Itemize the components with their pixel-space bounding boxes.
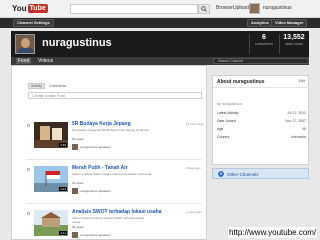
- video-views: 36 views: [72, 225, 84, 229]
- youtube-logo[interactable]: You Tube: [12, 3, 48, 14]
- feed-item: 3:36 5R Budaya Kerja Jepang Penjelasan m…: [12, 118, 208, 158]
- user-avatar[interactable]: [249, 3, 260, 14]
- feed-item-checkbox[interactable]: [27, 212, 30, 215]
- about-row-key: Country: [217, 135, 230, 139]
- plus-icon: +: [218, 171, 224, 177]
- feed-item: 4:11 Analisis SWOT terhadap lokasi usaha…: [12, 206, 208, 240]
- about-row-key: Latest Activity: [217, 111, 239, 115]
- feed-item-checkbox[interactable]: [27, 124, 30, 127]
- video-description: Video ini berisi tentang analisis SWOT t…: [72, 216, 145, 224]
- about-title: About nuragustinus: [217, 79, 265, 85]
- create-post-input[interactable]: Create a new Post: [28, 92, 202, 99]
- video-title-link[interactable]: Analisis SWOT terhadap lokasi usaha: [72, 209, 161, 215]
- channel-avatar[interactable]: [15, 34, 35, 54]
- uploader-line: nuragustinus uploaded: [72, 232, 110, 238]
- logo-you-text: You: [12, 4, 27, 13]
- view-label: video views: [284, 42, 304, 46]
- browse-link[interactable]: Browse: [216, 5, 233, 11]
- uploader-name[interactable]: nuragustinus uploaded: [80, 233, 110, 237]
- uploader-name[interactable]: nuragustinus uploaded: [80, 145, 110, 149]
- upload-link[interactable]: Upload: [233, 5, 249, 11]
- video-views: 50 views: [72, 137, 84, 141]
- video-duration: 3:36: [59, 143, 67, 147]
- video-thumbnail[interactable]: 3:36: [34, 122, 68, 148]
- upload-time: 1 week ago: [186, 210, 202, 214]
- subscriber-label: subscribers: [255, 42, 273, 46]
- upload-time: 3 days ago: [186, 166, 201, 170]
- about-row-value: 48: [302, 127, 306, 131]
- filter-comments-link[interactable]: Comments: [49, 84, 66, 88]
- about-row-value: Jul 11, 2012: [287, 111, 306, 115]
- uploader-line: nuragustinus uploaded: [72, 188, 110, 194]
- video-duration: 2:21: [59, 187, 67, 191]
- about-row-key: Age: [217, 127, 224, 131]
- search-icon: [201, 6, 207, 12]
- other-channels-button[interactable]: + Other Channels: [212, 168, 309, 179]
- feed-item: 2:21 Merah Putih - Tanah Air Video ini d…: [12, 162, 208, 202]
- user-menu[interactable]: nuragustinus: [263, 5, 292, 11]
- about-row: Date Joined Nov 27, 2007: [217, 119, 306, 125]
- feed-panel: Activity Comments Create a new Post 3:36…: [11, 65, 207, 240]
- feed-divider: [26, 203, 202, 204]
- feed-filter: Activity Comments: [28, 83, 66, 89]
- uploader-line: nuragustinus uploaded: [72, 144, 110, 150]
- video-thumbnail[interactable]: 2:21: [34, 166, 68, 192]
- uploader-avatar[interactable]: [72, 188, 78, 194]
- about-panel: About nuragustinus Edit by nuragustinus …: [212, 75, 310, 165]
- analytics-button[interactable]: Analytics: [247, 19, 273, 27]
- other-channels-label: Other Channels: [227, 172, 259, 177]
- feed-divider: [26, 159, 202, 160]
- channel-name: nuragustinus: [42, 37, 112, 49]
- logo-tube-text: Tube: [27, 4, 48, 13]
- subscriber-number: 6: [262, 34, 266, 41]
- tab-videos[interactable]: Videos: [38, 58, 53, 64]
- about-by-line: by nuragustinus: [217, 102, 242, 106]
- uploader-avatar[interactable]: [72, 232, 78, 238]
- about-divider: [213, 87, 310, 88]
- channel-settings-button[interactable]: Channel Settings: [13, 19, 54, 27]
- video-title-link[interactable]: 5R Budaya Kerja Jepang: [72, 121, 131, 127]
- channel-tabs: Feed Videos Search Channel: [11, 57, 309, 65]
- video-manager-button[interactable]: Video Manager: [271, 19, 308, 27]
- filter-activity-button[interactable]: Activity: [28, 83, 46, 89]
- video-duration: 4:11: [59, 231, 67, 235]
- masthead: You Tube Browse Upload nuragustinus: [0, 0, 320, 18]
- about-edit-button[interactable]: Edit: [299, 79, 305, 83]
- upload-time: 18 hours ago: [186, 122, 204, 126]
- search-channel-input[interactable]: Search Channel: [213, 58, 309, 64]
- about-row: Latest Activity Jul 11, 2012: [217, 111, 306, 117]
- video-thumbnail[interactable]: 4:11: [34, 210, 68, 236]
- about-row-key: Date Joined: [217, 119, 236, 123]
- tab-feed[interactable]: Feed: [16, 58, 32, 64]
- source-url-caption: http://www.youtube.com/: [228, 227, 318, 238]
- video-description: Video ini dibuat dalam rangka Hari Kemer…: [72, 172, 152, 176]
- uploader-avatar[interactable]: [72, 144, 78, 150]
- about-row: Country Indonesia: [217, 135, 306, 141]
- channel-header: nuragustinus 6 subscribers 13,552 video …: [11, 31, 309, 57]
- video-views: 32 views: [72, 181, 84, 185]
- about-row: Age 48: [217, 127, 306, 133]
- site-search-input[interactable]: [70, 4, 198, 14]
- view-number: 13,552: [283, 34, 305, 41]
- uploader-name[interactable]: nuragustinus uploaded: [80, 189, 110, 193]
- view-count: 13,552 video views: [281, 34, 307, 46]
- stat-divider: [279, 34, 280, 54]
- video-description: Penjelasan mengenai 5R Budaya Kerja Jepa…: [72, 128, 149, 132]
- stat-divider: [249, 34, 250, 54]
- about-row-value: Indonesia: [290, 135, 306, 139]
- subscriber-count: 6 subscribers: [251, 34, 277, 46]
- feed-item-checkbox[interactable]: [27, 168, 30, 171]
- youtube-channel-screenshot: You Tube Browse Upload nuragustinus Chan…: [0, 0, 320, 240]
- video-title-link[interactable]: Merah Putih - Tanah Air: [72, 165, 128, 171]
- channel-toolbar: Channel Settings Analytics Video Manager: [0, 18, 320, 28]
- about-row-value: Nov 27, 2007: [285, 119, 306, 123]
- site-search-button[interactable]: [198, 4, 210, 14]
